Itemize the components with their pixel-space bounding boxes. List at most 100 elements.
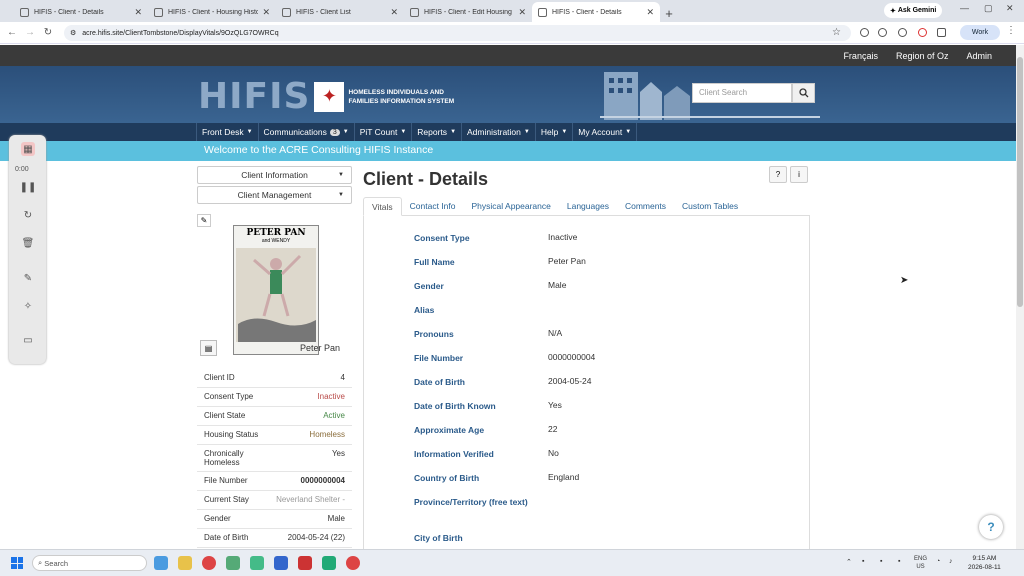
tab-vitals[interactable]: Vitals: [363, 197, 402, 216]
app-icon[interactable]: [250, 556, 264, 570]
profile-label: Work: [971, 29, 989, 36]
camera-icon[interactable]: ▭: [21, 333, 35, 347]
extension-icon[interactable]: [898, 28, 907, 37]
extension-icon[interactable]: [860, 28, 869, 37]
chrome-icon[interactable]: [202, 556, 216, 570]
nav-my-account[interactable]: My Account ▼: [573, 123, 638, 141]
tray-overflow-icon[interactable]: ⌃: [846, 558, 852, 566]
field-value: Male: [548, 280, 567, 290]
app-icon[interactable]: [274, 556, 288, 570]
nav-reports[interactable]: Reports ▼: [412, 123, 463, 141]
tab-title: HIFIS - Client - Edit Housing His: [424, 8, 515, 16]
taskbar-search[interactable]: ⌕ Search: [32, 555, 147, 571]
question-icon: ?: [987, 520, 995, 534]
file-explorer-icon[interactable]: [178, 556, 192, 570]
field-label: Pronouns: [414, 329, 454, 339]
trash-icon[interactable]: 🗑: [21, 236, 35, 250]
app-icon[interactable]: [154, 556, 168, 570]
effects-icon[interactable]: ✧: [21, 299, 35, 313]
field-value: Inactive: [548, 232, 578, 242]
screen-recorder-toolbar: ▦ 0:00 ❚❚ ↻ 🗑 ✎ ✧ ▭: [9, 135, 46, 364]
nav-pit-count[interactable]: PiT Count ▼: [355, 123, 413, 141]
close-icon[interactable]: ✕: [262, 7, 270, 18]
summary-label: Consent Type: [204, 392, 254, 401]
pause-icon[interactable]: ❚❚: [20, 180, 37, 194]
input-language[interactable]: ENG US: [914, 555, 927, 571]
caret-down-icon: ▼: [342, 129, 349, 135]
close-icon[interactable]: ✕: [646, 7, 654, 18]
region-link[interactable]: Region of Oz: [896, 51, 949, 61]
tab-comments[interactable]: Comments: [617, 197, 674, 216]
summary-value: 0000000004: [300, 476, 346, 485]
client-information-dropdown[interactable]: Client Information ▼: [197, 166, 352, 184]
record-grid-icon[interactable]: ▦: [21, 142, 35, 156]
tab-contact-info[interactable]: Contact Info: [402, 197, 464, 216]
system-clock[interactable]: 9:15 AM 2026-08-11: [968, 554, 1001, 572]
app-icon[interactable]: [298, 556, 312, 570]
current-stay-link[interactable]: Neverland Shelter -: [276, 495, 345, 505]
draw-icon[interactable]: ✎: [21, 271, 35, 285]
language-link[interactable]: Français: [843, 51, 878, 61]
browser-tab-active[interactable]: HIFIS - Client - Details ✕: [532, 2, 660, 22]
bookmark-star-icon[interactable]: ☆: [832, 27, 841, 38]
restore-icon[interactable]: ▢: [984, 3, 993, 14]
url-bar[interactable]: ⚙ acre.hifis.site/ClientTombstone/Displa…: [64, 25, 851, 41]
edit-photo-button[interactable]: ✎: [197, 214, 211, 227]
tab-physical-appearance[interactable]: Physical Appearance: [463, 197, 558, 216]
tray-icon[interactable]: ▪: [898, 558, 900, 565]
tab-languages[interactable]: Languages: [559, 197, 617, 216]
browser-menu-icon[interactable]: ⋮: [1006, 25, 1016, 36]
close-icon[interactable]: ✕: [134, 7, 142, 18]
browser-tab[interactable]: HIFIS - Client - Housing History ✕: [148, 2, 276, 22]
new-tab-button[interactable]: +: [660, 4, 678, 22]
nav-label: Help: [540, 127, 559, 137]
client-search-input[interactable]: Client Search: [692, 83, 792, 103]
hifis-logo[interactable]: HIFIS ✦ HOMELESS INDIVIDUALS AND FAMILIE…: [198, 76, 458, 117]
wifi-icon[interactable]: ◔: [936, 558, 940, 565]
summary-row: Client ID 4: [197, 369, 352, 388]
windows-start-icon[interactable]: [11, 557, 23, 569]
close-window-icon[interactable]: ✕: [1006, 3, 1014, 14]
restart-icon[interactable]: ↻: [21, 208, 35, 222]
minimize-icon[interactable]: —: [960, 3, 969, 13]
extension-icon[interactable]: [878, 28, 887, 37]
ask-gemini-button[interactable]: ✦ Ask Gemini: [884, 3, 943, 18]
tray-icon[interactable]: ▪: [862, 558, 864, 565]
nav-help[interactable]: Help ▼: [536, 123, 574, 141]
client-management-dropdown[interactable]: Client Management ▼: [197, 186, 352, 204]
info-button[interactable]: i: [790, 166, 808, 183]
chrome-icon[interactable]: [346, 556, 360, 570]
field-value: Peter Pan: [548, 256, 586, 266]
browser-tab[interactable]: HIFIS - Client List ✕: [276, 2, 404, 22]
close-icon[interactable]: ✕: [518, 7, 526, 18]
extensions-puzzle-icon[interactable]: [937, 28, 946, 37]
scrollbar-thumb[interactable]: [1017, 57, 1023, 307]
id-card-button[interactable]: ▤: [200, 340, 217, 356]
app-icon[interactable]: [322, 556, 336, 570]
page-scrollbar[interactable]: [1016, 45, 1024, 549]
profile-button[interactable]: Work: [960, 25, 1000, 40]
caret-down-icon: ▼: [338, 172, 344, 178]
help-button[interactable]: ?: [769, 166, 787, 183]
admin-link[interactable]: Admin: [966, 51, 992, 61]
browser-tab[interactable]: HIFIS - Client - Edit Housing His ✕: [404, 2, 532, 22]
forward-icon[interactable]: →: [24, 27, 36, 38]
nav-communications[interactable]: Communications 3 ▼: [259, 123, 355, 141]
summary-label: Gender: [204, 514, 231, 523]
photo-title: PETER PAN: [246, 228, 306, 238]
welcome-banner: Welcome to the ACRE Consulting HIFIS Ins…: [0, 141, 1016, 161]
tray-icon[interactable]: ▪: [880, 558, 882, 565]
extension-icon[interactable]: [918, 28, 927, 37]
browser-tab[interactable]: HIFIS - Client - Details ✕: [0, 2, 148, 22]
nav-front-desk[interactable]: Front Desk ▼: [197, 123, 259, 141]
reload-icon[interactable]: ↻: [42, 27, 54, 38]
site-info-icon[interactable]: ⚙: [70, 29, 76, 37]
back-icon[interactable]: ←: [6, 27, 18, 38]
nav-administration[interactable]: Administration ▼: [462, 123, 536, 141]
floating-help-button[interactable]: ?: [979, 515, 1003, 539]
tab-custom-tables[interactable]: Custom Tables: [674, 197, 746, 216]
close-icon[interactable]: ✕: [390, 7, 398, 18]
search-button[interactable]: [792, 83, 815, 103]
app-icon[interactable]: [226, 556, 240, 570]
volume-icon[interactable]: ♪: [949, 558, 953, 565]
